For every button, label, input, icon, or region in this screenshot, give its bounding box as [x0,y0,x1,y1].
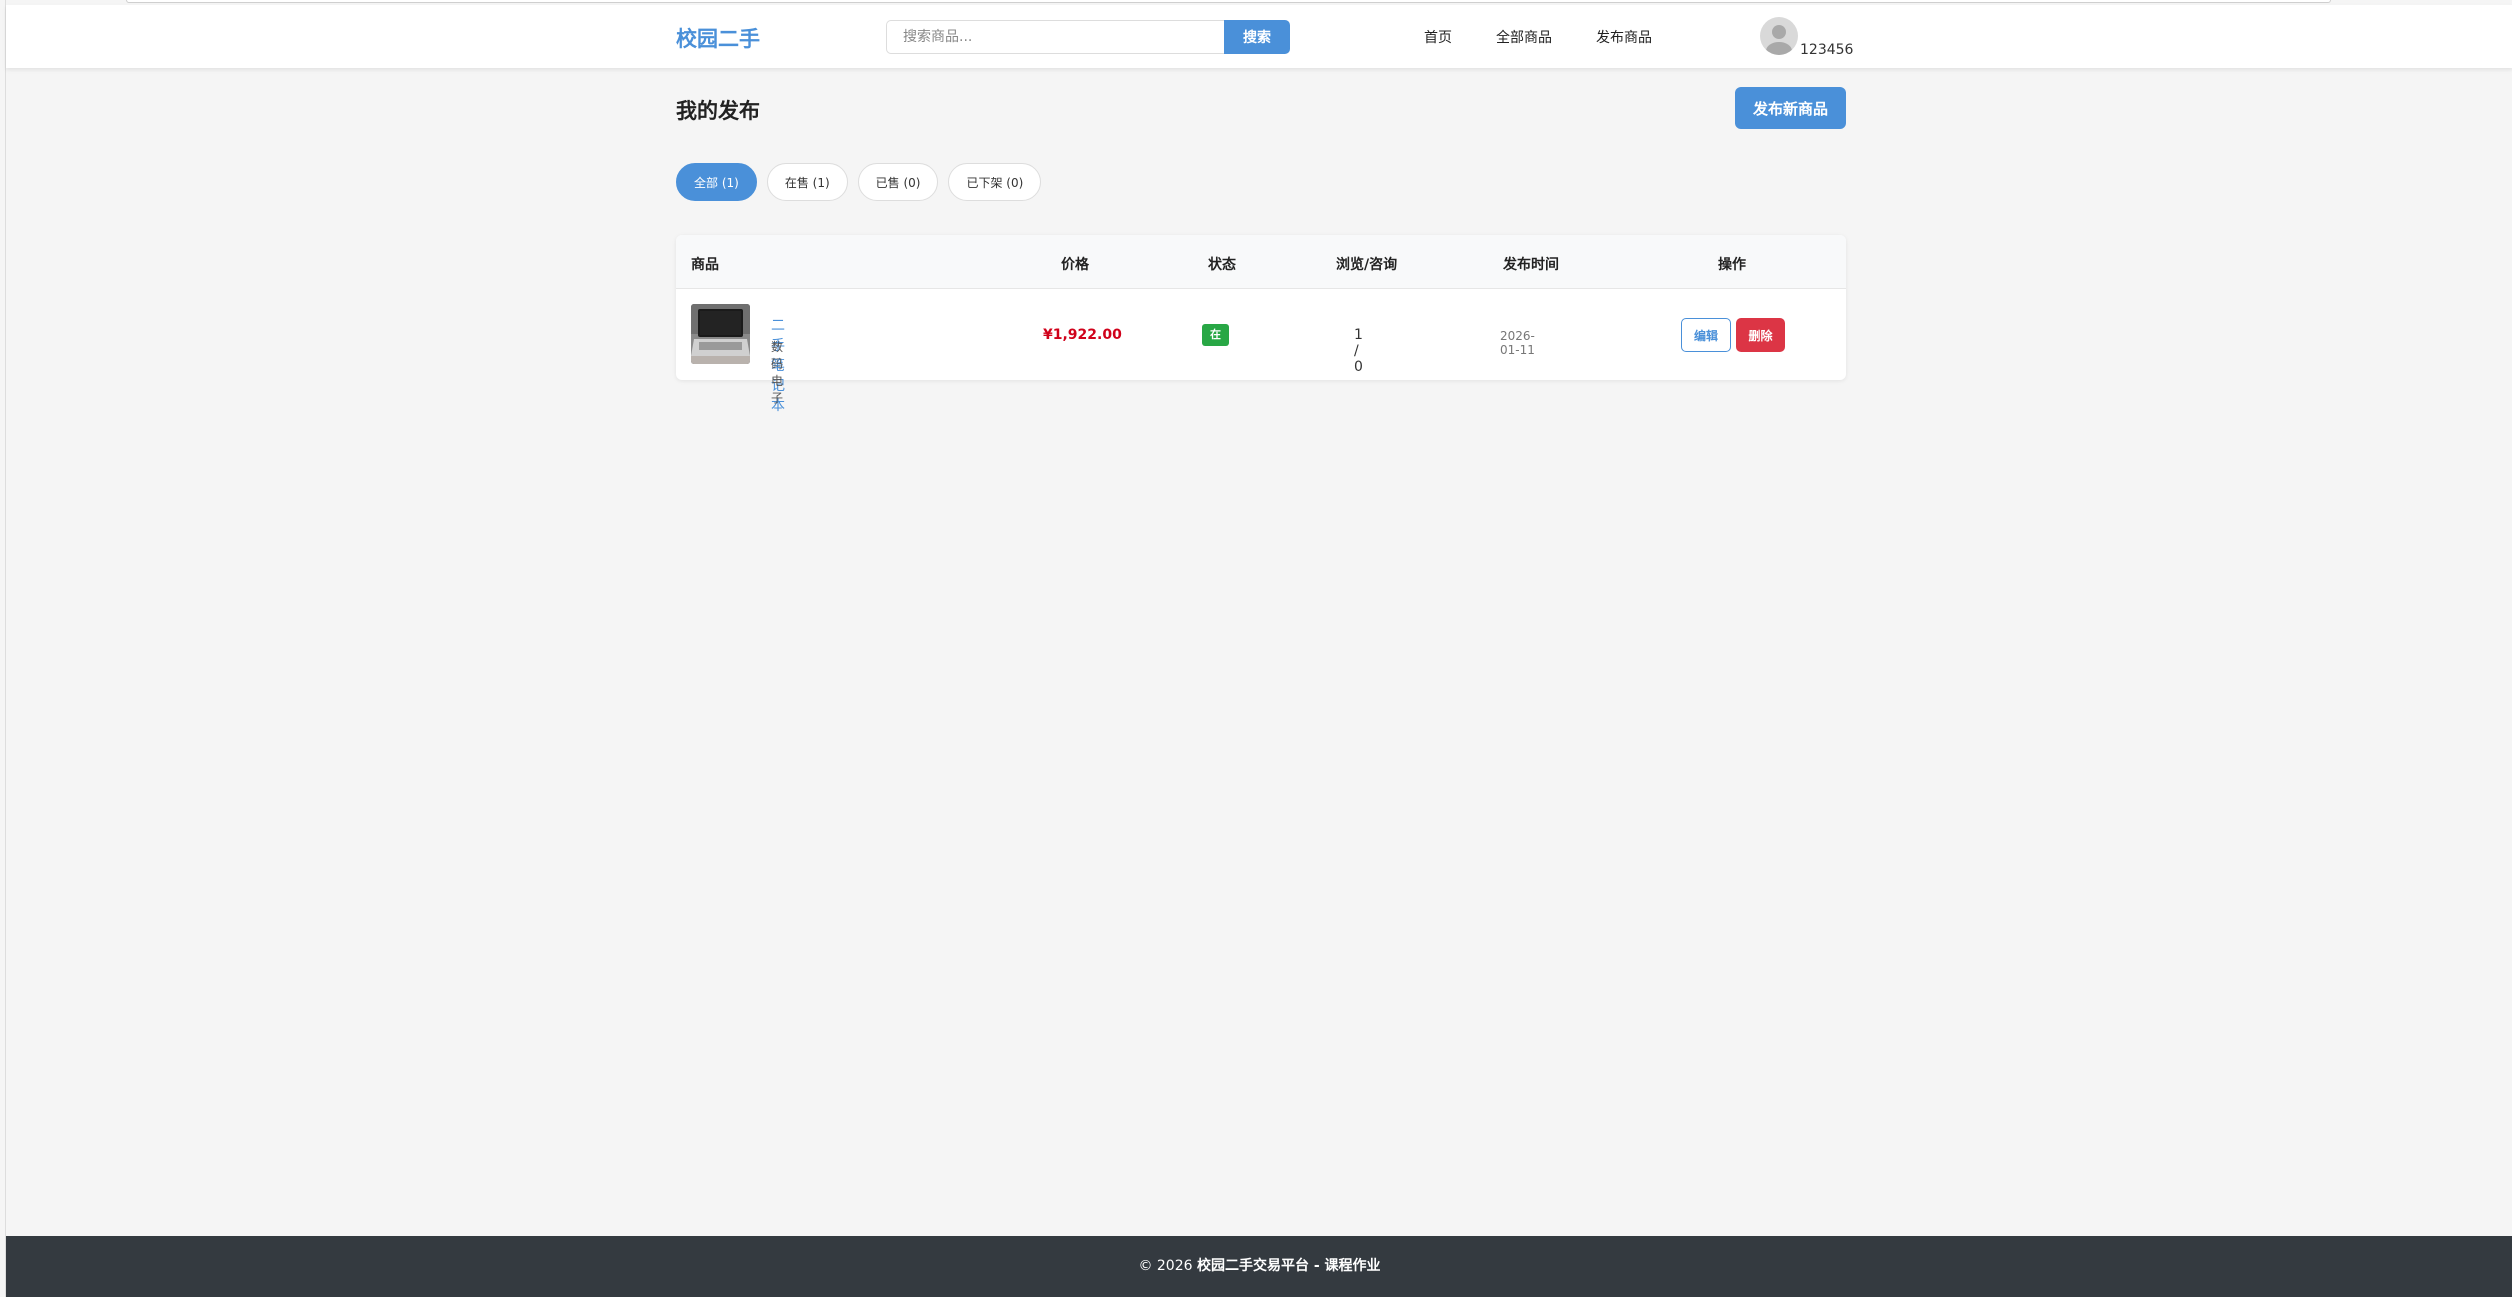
user-avatar-icon[interactable] [1760,17,1798,55]
footer-platform: 校园二手交易平台 - 课程作业 [1196,1258,1381,1274]
search-button[interactable]: 搜索 [1224,20,1290,54]
header-views: 浏览/咨询 [1336,257,1398,273]
product-category: 数码电子 [771,340,784,405]
delete-button[interactable]: 删除 [1736,318,1785,352]
products-table: 商品 价格 状态 浏览/咨询 发布时间 操作 [676,235,1846,380]
search-bar: 搜索 [886,20,1290,54]
views-inquiries: 1 / 0 [1354,327,1363,375]
footer-copyright: © 2026 [1138,1258,1197,1274]
table-header: 商品 价格 状态 浏览/咨询 发布时间 操作 [676,235,1846,289]
search-input[interactable] [886,20,1224,54]
status-badge: 在售 [1202,324,1229,363]
edit-button[interactable]: 编辑 [1681,318,1731,352]
page-title: 我的发布 [676,99,760,123]
page: 校园二手 搜索 首页 全部商品 发布商品 123456 我的发布 发布新商品 全… [5,0,2512,1297]
browser-edge [126,0,2331,3]
publish-new-product-button[interactable]: 发布新商品 [1735,87,1846,129]
tab-sold[interactable]: 已售 (0) [857,163,939,201]
site-logo[interactable]: 校园二手 [676,23,760,53]
top-header: 校园二手 搜索 首页 全部商品 发布商品 123456 [6,5,2512,68]
table-row [676,289,1846,380]
username[interactable]: 123456 [1800,42,1853,58]
nav-publish-product[interactable]: 发布商品 [1596,27,1652,47]
header-actions: 操作 [1718,257,1746,273]
header-product: 商品 [691,257,719,273]
status-filter-tabs: 全部 (1) 在售 (1) 已售 (0) 已下架 (0) [676,163,1042,201]
publish-date: 2026-01-11 [1500,329,1535,357]
tab-on-sale[interactable]: 在售 (1) [766,163,848,201]
tab-delisted[interactable]: 已下架 (0) [948,163,1042,201]
header-date: 发布时间 [1503,257,1559,273]
header-status: 状态 [1208,257,1236,273]
tab-all[interactable]: 全部 (1) [676,163,757,201]
product-price: ¥1,922.00 [1043,327,1122,343]
nav-all-products[interactable]: 全部商品 [1496,27,1552,47]
laptop-thumbnail[interactable] [691,304,750,364]
footer: © 2026 校园二手交易平台 - 课程作业 [6,1236,2512,1297]
nav-home[interactable]: 首页 [1424,27,1452,47]
header-price: 价格 [1061,257,1089,273]
